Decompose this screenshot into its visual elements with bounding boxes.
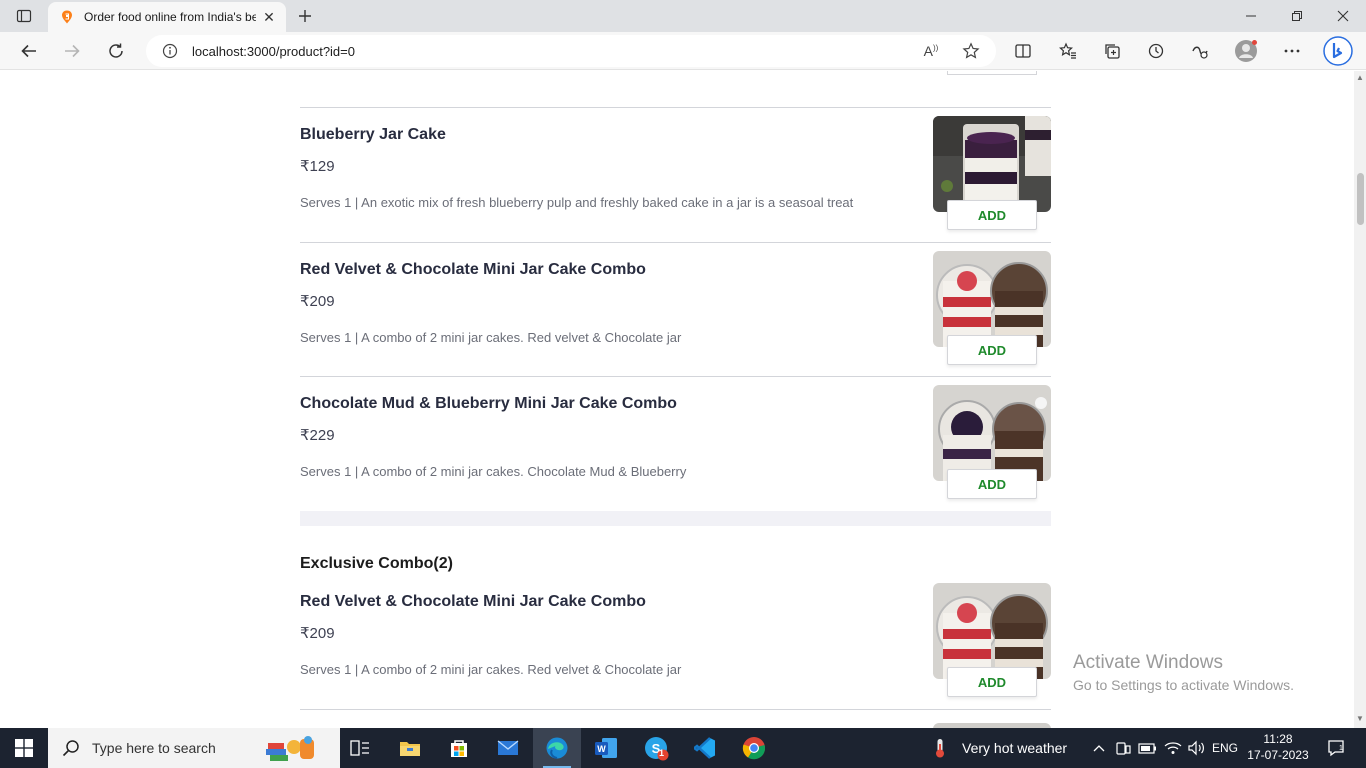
item-image[interactable]: [933, 385, 1051, 481]
bing-copilot-icon[interactable]: [1322, 35, 1354, 67]
read-aloud-icon[interactable]: A)): [920, 40, 942, 62]
url-text: localhost:3000/product?id=0: [192, 43, 355, 59]
favorites-icon[interactable]: [1055, 38, 1081, 64]
battery-icon[interactable]: [1137, 728, 1159, 768]
close-tab-icon[interactable]: ✕: [262, 9, 276, 25]
split-screen-icon[interactable]: [1010, 38, 1036, 64]
item-divider: [300, 376, 1051, 377]
tab-strip: Order food online from India's be ✕: [0, 0, 1366, 32]
item-divider: [300, 709, 1051, 710]
add-button[interactable]: ADD: [947, 667, 1037, 697]
devices-icon[interactable]: [1113, 728, 1133, 768]
volume-icon[interactable]: [1185, 728, 1207, 768]
taskbar-search[interactable]: Type here to search: [48, 728, 340, 768]
item-price: ₹129: [300, 158, 335, 175]
show-hidden-icons-icon[interactable]: [1090, 728, 1108, 768]
history-icon[interactable]: [1143, 38, 1169, 64]
swiggy-favicon-icon: [62, 10, 72, 24]
clock-time: 11:28: [1263, 732, 1293, 746]
scroll-up-icon[interactable]: ▲: [1356, 74, 1364, 82]
item-price: ₹229: [300, 427, 335, 444]
new-tab-button[interactable]: [292, 4, 318, 28]
notification-badge: 1: [659, 748, 665, 758]
input-language[interactable]: ENG: [1212, 728, 1238, 768]
add-button-partial[interactable]: [947, 71, 1037, 75]
item-image[interactable]: [933, 116, 1051, 212]
tab-title: Order food online from India's be: [84, 10, 256, 24]
more-options-icon[interactable]: [1279, 38, 1305, 64]
item-description: Serves 1 | A combo of 2 mini jar cakes. …: [300, 330, 682, 345]
section-title: Exclusive Combo(2): [300, 555, 453, 572]
file-explorer-icon[interactable]: [386, 728, 434, 768]
item-description: Serves 1 | A combo of 2 mini jar cakes. …: [300, 662, 682, 677]
item-name: Red Velvet & Chocolate Mini Jar Cake Com…: [300, 261, 646, 278]
scrollbar-thumb[interactable]: [1357, 173, 1364, 225]
thermometer-icon: [936, 739, 944, 758]
item-price: ₹209: [300, 625, 335, 642]
item-name: Red Velvet & Chocolate Mini Jar Cake Com…: [300, 593, 646, 610]
mail-icon[interactable]: [484, 728, 532, 768]
system-clock[interactable]: 11:28 17-07-2023: [1246, 731, 1310, 763]
weather-widget[interactable]: Very hot weather: [930, 728, 1067, 768]
section-separator: [300, 511, 1051, 526]
back-icon[interactable]: [14, 36, 44, 66]
address-bar[interactable]: localhost:3000/product?id=0 A)): [146, 35, 996, 67]
add-button[interactable]: ADD: [947, 469, 1037, 499]
performance-icon[interactable]: [1187, 38, 1213, 64]
refresh-icon[interactable]: [101, 36, 131, 66]
wifi-icon[interactable]: [1162, 728, 1184, 768]
profile-avatar[interactable]: [1233, 38, 1259, 64]
svg-text:W: W: [597, 744, 606, 754]
svg-text:1: 1: [1339, 745, 1343, 752]
task-view-icon[interactable]: [336, 728, 384, 768]
search-icon: [62, 740, 79, 757]
favorite-star-icon[interactable]: [960, 40, 982, 62]
notifications-icon[interactable]: 1: [1318, 728, 1354, 768]
item-image[interactable]: [933, 251, 1051, 347]
word-icon[interactable]: W: [582, 728, 630, 768]
windows-start-icon[interactable]: [0, 728, 48, 768]
item-name: Chocolate Mud & Blueberry Mini Jar Cake …: [300, 395, 677, 412]
page-viewport: Blueberry Jar Cake ₹129 Serves 1 | An ex…: [0, 71, 1354, 728]
edge-browser-icon[interactable]: [533, 728, 581, 768]
item-name: Blueberry Jar Cake: [300, 126, 446, 143]
search-highlight-icon: [266, 736, 314, 761]
tab-actions-icon[interactable]: [8, 4, 40, 28]
add-button[interactable]: ADD: [947, 335, 1037, 365]
close-window-icon[interactable]: [1320, 0, 1366, 32]
microsoft-store-icon[interactable]: [435, 728, 483, 768]
browser-tab[interactable]: Order food online from India's be ✕: [48, 2, 286, 32]
item-divider: [300, 107, 1051, 108]
add-button[interactable]: ADD: [947, 200, 1037, 230]
taskbar: Type here to search W S 1 Very hot weath…: [0, 728, 1366, 768]
item-divider: [300, 242, 1051, 243]
info-icon[interactable]: [162, 43, 178, 59]
minimize-icon[interactable]: [1228, 0, 1274, 32]
restore-icon[interactable]: [1274, 0, 1320, 32]
clock-date: 17-07-2023: [1247, 748, 1309, 762]
scroll-down-icon[interactable]: ▼: [1356, 715, 1364, 723]
item-price: ₹209: [300, 293, 335, 310]
swiggy-app-icon[interactable]: S 1: [631, 728, 681, 768]
item-description: Serves 1 | An exotic mix of fresh bluebe…: [300, 195, 854, 210]
browser-toolbar: localhost:3000/product?id=0 A)): [0, 32, 1366, 70]
weather-text: Very hot weather: [962, 740, 1068, 756]
item-image[interactable]: [933, 583, 1051, 679]
activate-windows-watermark: Activate Windows Go to Settings to activ…: [1073, 652, 1294, 693]
vscode-icon[interactable]: [681, 728, 729, 768]
forward-icon[interactable]: [57, 36, 87, 66]
collections-icon[interactable]: [1099, 38, 1125, 64]
chrome-icon[interactable]: [730, 728, 778, 768]
search-placeholder: Type here to search: [92, 740, 216, 756]
item-description: Serves 1 | A combo of 2 mini jar cakes. …: [300, 464, 687, 479]
page-scrollbar[interactable]: ▲ ▼: [1354, 71, 1366, 728]
